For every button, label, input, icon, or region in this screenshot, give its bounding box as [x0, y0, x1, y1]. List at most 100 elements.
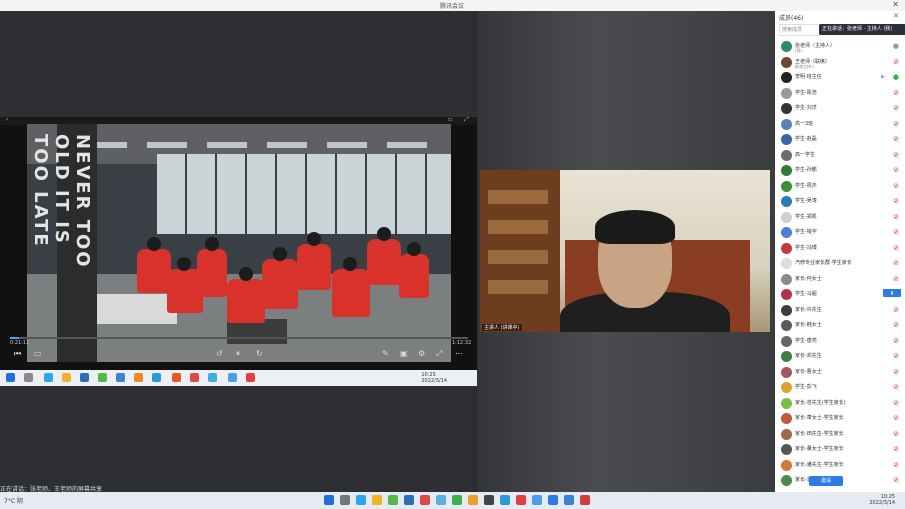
mic-muted-icon[interactable]: ⊘	[893, 445, 899, 453]
task-view-icon[interactable]	[340, 495, 350, 505]
mic-icon[interactable]: ●	[893, 73, 899, 81]
participant-row[interactable]: 学生-马超 ▮	[775, 287, 905, 303]
app-icon-15[interactable]	[500, 495, 510, 505]
participant-row[interactable]: 学生-彭飞 ⊘	[775, 380, 905, 396]
mic-muted-icon[interactable]: ⊘	[893, 213, 899, 221]
participant-row[interactable]: 家长-萧女士-学生家长 ⊘	[775, 411, 905, 427]
app-icon-12[interactable]	[436, 495, 446, 505]
mic-muted-icon[interactable]: ⊘	[893, 383, 899, 391]
app-icon-3[interactable]	[116, 373, 125, 382]
mic-muted-icon[interactable]: ⊘	[893, 228, 899, 236]
app-icon-10[interactable]	[246, 373, 255, 382]
mic-muted-icon[interactable]: ⊘	[893, 135, 899, 143]
panel-close-icon[interactable]: ✕	[893, 12, 899, 20]
participant-row[interactable]: 家长-曾先生(学生家长) ⊘	[775, 396, 905, 412]
fullscreen-icon[interactable]: ⤢	[436, 349, 442, 359]
app-icon-9[interactable]	[228, 373, 237, 382]
participant-row[interactable]: 家长-邓先生 ⊘	[775, 349, 905, 365]
participant-row[interactable]: 家长-何女士 ⊘	[775, 272, 905, 288]
participant-row[interactable]: 家长-潘先生-学生家长 ⊘	[775, 458, 905, 474]
app-icon-19[interactable]	[564, 495, 574, 505]
app-icon-13[interactable]	[452, 495, 462, 505]
participant-row[interactable]: 家长-韩女士 ⊘	[775, 318, 905, 334]
start-icon[interactable]	[6, 373, 15, 382]
participant-row[interactable]: 家长-田先生-学生家长 ⊘	[775, 427, 905, 443]
mic-muted-icon[interactable]: ⊘	[893, 259, 899, 267]
participant-row[interactable]: 学生-冯博 ⊘	[775, 241, 905, 257]
wechat-icon[interactable]	[388, 495, 398, 505]
back-icon[interactable]: ‹	[6, 116, 8, 123]
search-icon[interactable]	[24, 373, 33, 382]
mic-muted-icon[interactable]: ⊘	[893, 368, 899, 376]
app-icon-17[interactable]	[532, 495, 542, 505]
explorer-icon[interactable]	[372, 495, 382, 505]
media-icon[interactable]	[484, 495, 494, 505]
participant-row[interactable]: 学生-孙鹏 ⊘	[775, 163, 905, 179]
participant-row[interactable]: 高一学生 ⊘	[775, 148, 905, 164]
mic-muted-icon[interactable]: ⊘	[893, 306, 899, 314]
unmute-button[interactable]: ▮	[883, 289, 901, 297]
participant-row[interactable]: 汽修专业家长群-学生家长 ⊘	[775, 256, 905, 272]
participant-row[interactable]: 家长-董女士-学生家长 ⊘	[775, 442, 905, 458]
start-icon[interactable]	[324, 495, 334, 505]
participant-row[interactable]: 学生-郑凯 ⊘	[775, 210, 905, 226]
edge-icon[interactable]	[356, 495, 366, 505]
mic-muted-icon[interactable]: ⊘	[893, 275, 899, 283]
participant-row[interactable]: 学生-唐亮 ⊘	[775, 334, 905, 350]
member-search-input[interactable]: 搜索成员	[779, 24, 821, 36]
mic-muted-icon[interactable]: ⊘	[893, 244, 899, 252]
workshop-video[interactable]: NEVER TOO OLD IT IS TOO LATE LEARN	[27, 124, 451, 362]
participant-row[interactable]: 李明-班主任 ● ▶	[775, 70, 905, 86]
mic-muted-icon[interactable]: ⊘	[893, 321, 899, 329]
invite-button[interactable]: 邀请	[809, 476, 843, 486]
settings-icon[interactable]: ⚙	[418, 349, 425, 358]
rewind-icon[interactable]: ↺	[216, 349, 223, 358]
app-icon-6[interactable]	[172, 373, 181, 382]
skip-back-icon[interactable]: ⏮	[14, 349, 21, 359]
mic-muted-icon[interactable]: ⊘	[893, 430, 899, 438]
camera-feed[interactable]: 主讲人 (讲课中)	[480, 170, 770, 332]
app-icon-1[interactable]	[80, 373, 89, 382]
app-icon-11[interactable]	[420, 495, 430, 505]
pin-icon[interactable]: ▫	[448, 116, 452, 123]
camera-icon[interactable]: ▶	[881, 74, 885, 80]
app-icon-20[interactable]	[580, 495, 590, 505]
app-icon-4[interactable]	[134, 373, 143, 382]
mic-muted-icon[interactable]: ⊘	[893, 58, 899, 66]
pause-icon[interactable]: ⏸	[236, 349, 240, 359]
mic-muted-icon[interactable]: ⊘	[893, 399, 899, 407]
app-icon-2[interactable]	[98, 373, 107, 382]
meeting-app-icon[interactable]	[404, 495, 414, 505]
mic-muted-icon[interactable]: ⊘	[893, 182, 899, 190]
mic-muted-icon[interactable]: ⊘	[893, 151, 899, 159]
mic-muted-icon[interactable]: ⊘	[893, 414, 899, 422]
participant-row[interactable]: 学生-钱宇 ⊘	[775, 225, 905, 241]
mic-muted-icon[interactable]: ⊘	[893, 104, 899, 112]
participant-row[interactable]: 王老师（联席） 联席主持人 ⊘	[775, 55, 905, 71]
participant-row[interactable]: 学生-吴涛 ⊘	[775, 194, 905, 210]
clip-icon[interactable]: ▣	[400, 349, 408, 358]
mic-muted-icon[interactable]: ⊘	[893, 352, 899, 360]
participant-row[interactable]: 家长-曹女士 ⊘	[775, 365, 905, 381]
app-icon-8[interactable]	[208, 373, 217, 382]
forward-icon[interactable]: ↻	[256, 349, 263, 358]
browser-icon[interactable]	[44, 373, 53, 382]
app-icon-5[interactable]	[152, 373, 161, 382]
mic-icon[interactable]: ●	[893, 42, 899, 50]
app-icon-7[interactable]	[190, 373, 199, 382]
mic-muted-icon[interactable]: ⊘	[893, 476, 899, 484]
mic-muted-icon[interactable]: ⊘	[893, 166, 899, 174]
mic-muted-icon[interactable]: ⊘	[893, 120, 899, 128]
participant-row[interactable]: 高一3班 ⊘	[775, 117, 905, 133]
app-icon-16[interactable]	[516, 495, 526, 505]
participant-row[interactable]: 张老师（主持人） (我) ●	[775, 39, 905, 55]
participant-row[interactable]: 学生-赵磊 ⊘	[775, 132, 905, 148]
close-icon[interactable]: ✕	[892, 0, 899, 9]
edit-icon[interactable]: ✎	[382, 349, 389, 358]
app-icon-18[interactable]	[548, 495, 558, 505]
mic-muted-icon[interactable]: ⊘	[893, 89, 899, 97]
participant-row[interactable]: 学生-陈浩 ⊘	[775, 86, 905, 102]
weather-widget[interactable]: 7°C 阴	[4, 496, 23, 505]
participant-row[interactable]: 学生-刘洋 ⊘	[775, 101, 905, 117]
mic-muted-icon[interactable]: ⊘	[893, 461, 899, 469]
